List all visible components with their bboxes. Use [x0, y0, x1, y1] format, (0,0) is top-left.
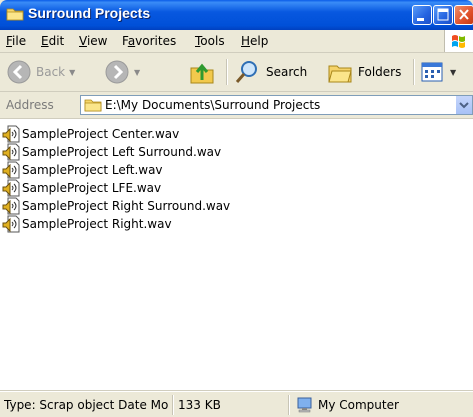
search-label: Search: [266, 65, 308, 79]
status-bar: Type: Scrap object Date Mo 133 KB My Com…: [0, 391, 473, 417]
back-button[interactable]: Back ▼: [6, 57, 75, 87]
window-title: Surround Projects: [28, 5, 151, 21]
back-dropdown-icon[interactable]: ▼: [69, 68, 75, 77]
search-icon: [235, 61, 257, 83]
wav-file-icon: [2, 143, 20, 161]
windows-flag-icon: [452, 35, 465, 48]
list-item[interactable]: SampleProject Right.wav: [2, 215, 172, 233]
status-size: 133 KB: [178, 398, 221, 412]
toolbar: Back ▼ ▼ Search Folders ▼: [0, 53, 473, 92]
views-icon: [421, 62, 443, 82]
menu-file[interactable]: File: [6, 34, 26, 48]
folder-icon: [6, 8, 24, 21]
minimize-icon: [417, 18, 424, 21]
maximize-button[interactable]: [433, 5, 453, 25]
back-arrow-icon: [7, 60, 31, 84]
file-name: SampleProject Right.wav: [22, 217, 172, 231]
list-item[interactable]: SampleProject Left Surround.wav: [2, 143, 221, 161]
menu-favorites[interactable]: Favorites: [122, 34, 176, 48]
maximize-icon: [437, 8, 449, 21]
forward-button[interactable]: ▼: [104, 57, 140, 87]
wav-file-icon: [2, 197, 20, 215]
views-button[interactable]: ▼: [420, 57, 456, 87]
menu-edit[interactable]: Edit: [41, 34, 64, 48]
windows-logo: [444, 30, 473, 52]
status-type: Type: Scrap object Date Mo: [4, 398, 169, 412]
address-dropdown-button[interactable]: [455, 96, 472, 114]
menu-view[interactable]: View: [79, 34, 107, 48]
file-name: SampleProject Left Surround.wav: [22, 145, 222, 159]
address-bar: Address E:\My Documents\Surround Project…: [0, 92, 473, 119]
list-item[interactable]: SampleProject LFE.wav: [2, 179, 161, 197]
close-icon: [459, 9, 469, 20]
title-bar[interactable]: Surround Projects: [0, 0, 473, 30]
file-name: SampleProject Left.wav: [22, 163, 163, 177]
menu-bar: File Edit View Favorites Tools Help: [0, 30, 473, 53]
folders-icon: [328, 65, 352, 83]
wav-file-icon: [2, 179, 20, 197]
views-dropdown-icon[interactable]: ▼: [450, 68, 456, 77]
status-divider: [172, 395, 174, 415]
status-divider: [288, 395, 290, 415]
menu-tools[interactable]: Tools: [195, 34, 225, 48]
computer-icon: [297, 397, 312, 413]
back-label: Back: [36, 65, 66, 79]
explorer-window: Surround Projects File Edit View Favorit…: [0, 0, 473, 417]
status-zone: My Computer: [318, 398, 399, 412]
list-item[interactable]: SampleProject Left.wav: [2, 161, 163, 179]
up-button[interactable]: [188, 57, 216, 87]
toolbar-separator: [413, 59, 415, 85]
minimize-button[interactable]: [412, 5, 432, 25]
forward-arrow-icon: [105, 60, 129, 84]
up-folder-icon: [190, 63, 214, 84]
address-input[interactable]: E:\My Documents\Surround Projects: [80, 95, 473, 115]
list-item[interactable]: SampleProject Center.wav: [2, 125, 179, 143]
menu-help[interactable]: Help: [241, 34, 268, 48]
address-label: Address: [6, 98, 54, 112]
file-name: SampleProject Center.wav: [22, 127, 180, 141]
folders-label: Folders: [358, 65, 402, 79]
file-list[interactable]: SampleProject Center.wav SampleProject L…: [0, 119, 473, 391]
wav-file-icon: [2, 125, 20, 143]
folders-button[interactable]: Folders: [326, 57, 401, 87]
toolbar-separator: [226, 59, 228, 85]
search-button[interactable]: Search: [234, 57, 307, 87]
chevron-down-icon: [459, 102, 469, 109]
close-button[interactable]: [454, 5, 473, 25]
file-name: SampleProject LFE.wav: [22, 181, 162, 195]
list-item[interactable]: SampleProject Right Surround.wav: [2, 197, 230, 215]
file-name: SampleProject Right Surround.wav: [22, 199, 231, 213]
wav-file-icon: [2, 161, 20, 179]
wav-file-icon: [2, 215, 20, 233]
forward-dropdown-icon[interactable]: ▼: [134, 68, 140, 77]
folder-icon: [84, 99, 102, 112]
address-path: E:\My Documents\Surround Projects: [105, 98, 321, 112]
